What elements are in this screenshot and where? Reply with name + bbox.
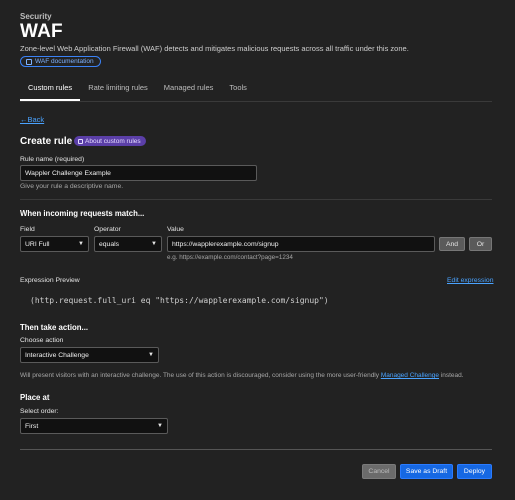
section-label: Security bbox=[20, 12, 52, 21]
chevron-down-icon: ▼ bbox=[157, 423, 163, 429]
action-hint: Will present visitors with an interactiv… bbox=[20, 372, 464, 379]
chevron-down-icon: ▼ bbox=[78, 241, 84, 247]
place-at-heading: Place at bbox=[20, 393, 50, 402]
footer-divider bbox=[20, 449, 492, 450]
match-heading: When incoming requests match... bbox=[20, 209, 145, 218]
operator-label: Operator bbox=[94, 226, 121, 233]
edit-expression-link[interactable]: Edit expression bbox=[447, 277, 493, 284]
waf-documentation-button[interactable]: WAF documentation bbox=[20, 56, 101, 67]
action-hint-suffix: instead. bbox=[439, 372, 464, 379]
and-button[interactable]: And bbox=[439, 237, 465, 251]
expression-preview-text: (http.request.full_uri eq "https://wappl… bbox=[30, 296, 329, 305]
select-order-label: Select order: bbox=[20, 408, 59, 415]
chevron-down-icon: ▼ bbox=[148, 352, 154, 358]
save-as-draft-button[interactable]: Save as Draft bbox=[400, 464, 453, 479]
tabs-divider bbox=[20, 101, 492, 102]
about-custom-rules-badge[interactable]: About custom rules bbox=[74, 136, 146, 146]
book-icon bbox=[26, 58, 32, 65]
action-hint-text: Will present visitors with an interactiv… bbox=[20, 372, 381, 379]
rule-name-label: Rule name (required) bbox=[20, 156, 85, 163]
expression-preview-label: Expression Preview bbox=[20, 277, 80, 284]
create-rule-heading: Create rule bbox=[20, 136, 73, 147]
rule-name-input[interactable]: Wappler Challenge Example bbox=[20, 165, 257, 181]
tab-tools[interactable]: Tools bbox=[221, 80, 255, 101]
managed-challenge-link[interactable]: Managed Challenge bbox=[381, 372, 439, 379]
about-custom-rules-label: About custom rules bbox=[85, 137, 141, 145]
action-heading: Then take action... bbox=[20, 323, 89, 332]
rule-name-value: Wappler Challenge Example bbox=[25, 169, 111, 177]
arrow-left-icon: ← bbox=[20, 115, 28, 124]
operator-select[interactable]: equals ▼ bbox=[94, 236, 162, 252]
value-input[interactable]: https://wapplerexample.com/signup bbox=[167, 236, 435, 252]
operator-select-value: equals bbox=[99, 240, 120, 248]
back-link[interactable]: ←Back bbox=[20, 115, 44, 124]
tab-custom-rules[interactable]: Custom rules bbox=[20, 80, 81, 101]
cancel-button[interactable]: Cancel bbox=[362, 464, 396, 479]
page-title: WAF bbox=[20, 21, 63, 42]
or-button[interactable]: Or bbox=[469, 237, 492, 251]
deploy-button[interactable]: Deploy bbox=[457, 464, 492, 479]
tab-rate-limiting-rules[interactable]: Rate limiting rules bbox=[80, 80, 156, 101]
order-select[interactable]: First ▼ bbox=[20, 418, 168, 434]
tab-bar: Custom rules Rate limiting rules Managed… bbox=[20, 80, 255, 101]
choose-action-label: Choose action bbox=[20, 337, 64, 344]
page-description: Zone-level Web Application Firewall (WAF… bbox=[20, 44, 409, 53]
rule-name-hint: Give your rule a descriptive name. bbox=[20, 183, 124, 190]
section-divider bbox=[20, 199, 492, 200]
value-label: Value bbox=[167, 226, 184, 233]
tab-managed-rules[interactable]: Managed rules bbox=[156, 80, 222, 101]
chevron-down-icon: ▼ bbox=[151, 241, 157, 247]
value-hint: e.g. https://example.com/contact?page=12… bbox=[167, 254, 293, 261]
field-label: Field bbox=[20, 226, 35, 233]
back-label: Back bbox=[27, 115, 45, 124]
value-input-value: https://wapplerexample.com/signup bbox=[172, 240, 279, 248]
waf-documentation-label: WAF documentation bbox=[35, 58, 94, 65]
action-select-value: Interactive Challenge bbox=[25, 351, 89, 359]
book-icon bbox=[78, 138, 83, 144]
field-select[interactable]: URI Full ▼ bbox=[20, 236, 89, 252]
field-select-value: URI Full bbox=[25, 240, 50, 248]
order-select-value: First bbox=[25, 422, 39, 430]
action-select[interactable]: Interactive Challenge ▼ bbox=[20, 347, 159, 363]
